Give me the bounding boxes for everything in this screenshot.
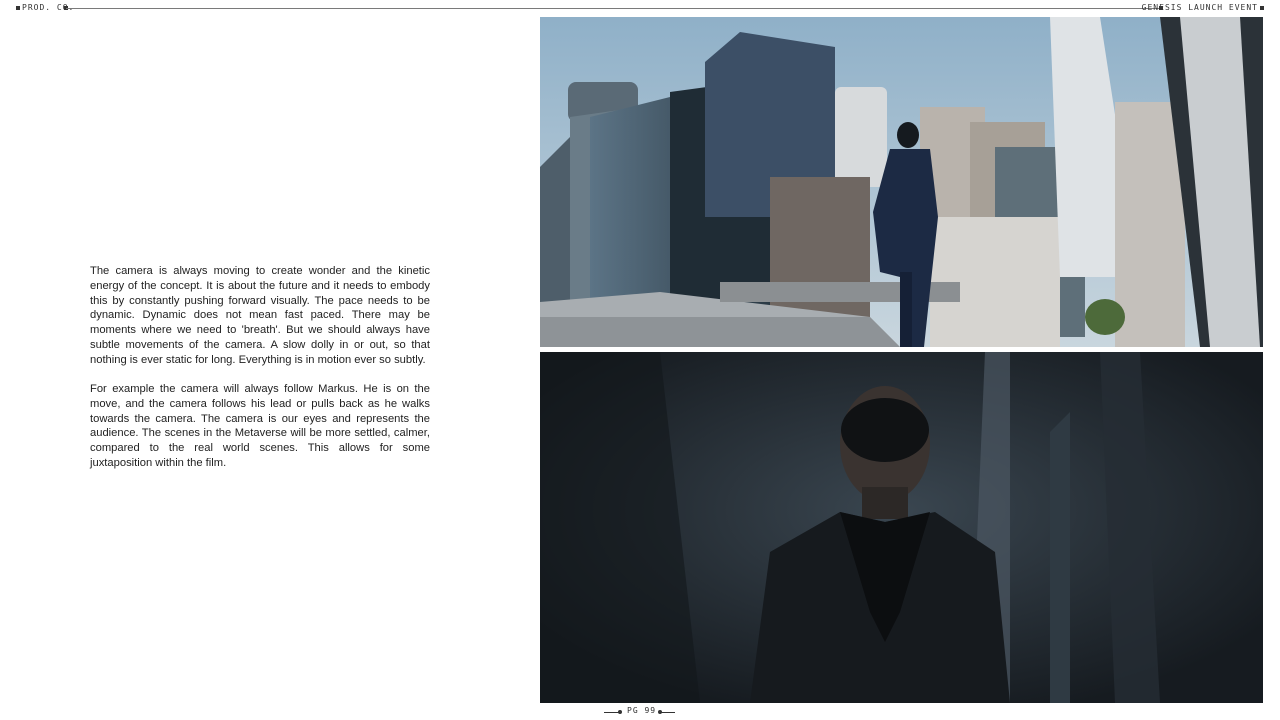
footer-dot-left bbox=[618, 710, 622, 714]
page-header: PROD. CO. GENESIS LAUNCH EVENT bbox=[0, 0, 1280, 16]
event-title-label: GENESIS LAUNCH EVENT bbox=[1141, 3, 1258, 12]
camera-direction-text: The camera is always moving to create wo… bbox=[90, 264, 430, 485]
page-footer: PG 99 bbox=[600, 705, 690, 719]
rooftop-city-photo bbox=[540, 17, 1263, 347]
footer-line-right bbox=[660, 712, 675, 713]
header-left-dot bbox=[16, 6, 20, 10]
paragraph-follow-markus: For example the camera will always follo… bbox=[90, 383, 430, 470]
page-number: PG 99 bbox=[627, 706, 657, 715]
header-rule bbox=[66, 8, 1160, 9]
paragraph-camera-movement: The camera is always moving to create wo… bbox=[90, 265, 430, 366]
header-right-dot bbox=[1260, 6, 1264, 10]
portrait-corridor-photo bbox=[540, 352, 1263, 703]
